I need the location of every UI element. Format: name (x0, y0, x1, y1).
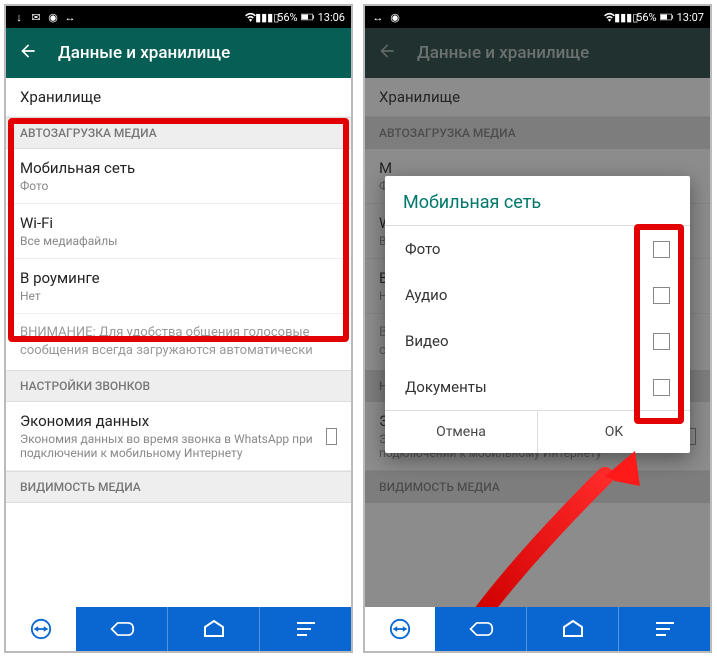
wifi-sub: Все медиафайлы (20, 234, 117, 248)
opt-photo-label: Фото (405, 240, 440, 258)
nav-back[interactable] (76, 607, 168, 651)
navbar (6, 607, 351, 651)
nav-recent[interactable] (619, 607, 710, 651)
phone-right: ↔ ◉ ▮▮▮▯ 56% 13:07 Данные и хранилище Хр… (363, 4, 712, 653)
hdr-visibility: ВИДИМОСТЬ МЕДИА (6, 471, 351, 503)
opt-audio-label: Аудио (405, 286, 447, 304)
eye-icon: ◉ (46, 10, 60, 24)
autodownload-note: ВНИМАНИЕ: Для удобства общения голосовые… (6, 314, 351, 370)
content: Хранилище АВТОЗАГРУЗКА МЕДИА Мобильная с… (6, 78, 351, 607)
opt-video[interactable]: Видео (385, 318, 690, 364)
nav-recent[interactable] (260, 607, 351, 651)
nav-teamviewer[interactable] (6, 607, 76, 651)
page-title: Данные и хранилище (58, 43, 230, 63)
hdr-autodownload: АВТОЗАГРУЗКА МЕДИА (6, 117, 351, 149)
teamviewer-icon: ↔ (371, 10, 385, 24)
dialog-title: Мобильная сеть (385, 176, 690, 225)
clock: 13:06 (318, 11, 345, 24)
dialog-cancel-button[interactable]: Отмена (385, 411, 537, 453)
teamviewer-icon: ↔ (63, 10, 77, 24)
econ-sub: Экономия данных во время звонка в WhatsA… (20, 432, 326, 460)
roaming-title: В роуминге (20, 269, 100, 287)
mobile-title: Мобильная сеть (20, 159, 135, 177)
opt-docs-label: Документы (405, 378, 487, 396)
dialog-ok-button[interactable]: OK (537, 411, 690, 453)
nav-home[interactable] (527, 607, 619, 651)
row-storage[interactable]: Хранилище (6, 78, 351, 117)
clock: 13:07 (677, 11, 704, 24)
signal-icon: ▮▮▮▯ (619, 10, 633, 24)
row-data-saving[interactable]: Экономия данных Экономия данных во время… (6, 402, 351, 471)
appbar: Данные и хранилище (6, 28, 351, 78)
battery-icon (301, 10, 315, 24)
opt-audio[interactable]: Аудио (385, 272, 690, 318)
nav-teamviewer[interactable] (365, 607, 435, 651)
opt-video-checkbox[interactable] (653, 333, 670, 350)
row-roaming[interactable]: В роуминге Нет (6, 259, 351, 314)
download-icon: ↓ (12, 10, 26, 24)
opt-docs-checkbox[interactable] (653, 379, 670, 396)
eye-icon: ◉ (388, 10, 402, 24)
wifi-title: Wi-Fi (20, 214, 117, 232)
opt-photo[interactable]: Фото (385, 226, 690, 272)
phone-left: ↓ ✉ ◉ ↔ ▮▮▮▯ 56% 13:06 Данные и хранилищ… (4, 4, 353, 653)
battery-icon (660, 10, 674, 24)
back-icon[interactable] (18, 41, 38, 65)
statusbar: ↓ ✉ ◉ ↔ ▮▮▮▯ 56% 13:06 (6, 6, 351, 28)
mail-icon: ✉ (29, 10, 43, 24)
hdr-calls: НАСТРОЙКИ ЗВОНКОВ (6, 370, 351, 402)
navbar (365, 607, 710, 651)
battery-text: 56% (636, 11, 656, 24)
roaming-sub: Нет (20, 289, 100, 303)
row-wifi[interactable]: Wi-Fi Все медиафайлы (6, 204, 351, 259)
econ-title: Экономия данных (20, 412, 326, 430)
battery-text: 56% (277, 11, 297, 24)
statusbar: ↔ ◉ ▮▮▮▯ 56% 13:07 (365, 6, 710, 28)
signal-icon: ▮▮▮▯ (260, 10, 274, 24)
storage-label: Хранилище (20, 88, 101, 106)
econ-checkbox[interactable] (326, 428, 337, 445)
nav-home[interactable] (168, 607, 260, 651)
row-mobile[interactable]: Мобильная сеть Фото (6, 149, 351, 204)
opt-docs[interactable]: Документы (385, 364, 690, 410)
opt-video-label: Видео (405, 332, 449, 350)
mobile-sub: Фото (20, 179, 135, 193)
opt-photo-checkbox[interactable] (653, 241, 670, 258)
nav-back[interactable] (435, 607, 527, 651)
opt-audio-checkbox[interactable] (653, 287, 670, 304)
dialog-mobile-network: Мобильная сеть Фото Аудио Видео Документ… (385, 176, 690, 453)
